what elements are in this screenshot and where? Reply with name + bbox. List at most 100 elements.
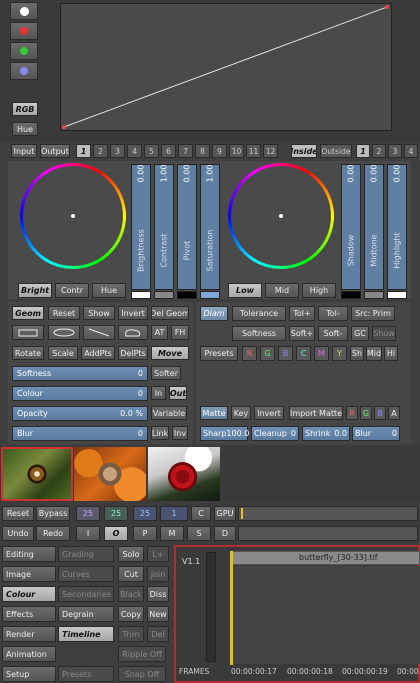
timeline-vertical-scroll[interactable] xyxy=(206,552,216,662)
inv-button[interactable]: Inv xyxy=(172,426,188,440)
key-button[interactable]: Key xyxy=(231,406,251,420)
geom-field-opacity[interactable]: Opacity 0.0 % xyxy=(12,406,148,421)
src-prim-button[interactable]: Src: Prim xyxy=(351,306,395,321)
out-point-button[interactable]: O xyxy=(104,526,128,541)
soft-plus-button[interactable]: Soft+ xyxy=(289,326,315,341)
high-button[interactable]: High xyxy=(302,283,336,298)
channel-white-dot[interactable] xyxy=(10,2,38,20)
highlight-slider[interactable]: 0.00 Highlight xyxy=(387,164,407,290)
s-button[interactable]: S xyxy=(187,526,211,541)
menu-ripple-off[interactable]: Ripple Off xyxy=(118,646,166,662)
rgb-button[interactable]: RGB xyxy=(12,102,38,116)
menu-render[interactable]: Render xyxy=(2,626,56,642)
channel-blue-dot[interactable] xyxy=(10,62,38,80)
output-button[interactable]: Output xyxy=(40,144,70,158)
channel-green-dot[interactable] xyxy=(10,42,38,60)
outside-button[interactable]: Outside xyxy=(320,144,352,158)
in-point-button[interactable]: I xyxy=(76,526,100,541)
redo-button[interactable]: Redo xyxy=(36,526,70,541)
menu-image[interactable]: Image xyxy=(2,566,56,582)
delpts-button[interactable]: DelPts xyxy=(118,346,148,360)
timeline-track-area[interactable] xyxy=(230,566,420,664)
key-field-sharp[interactable]: Sharp 100.0 xyxy=(200,426,249,441)
softness-key-button[interactable]: Softness xyxy=(232,326,286,341)
menu-join[interactable]: Join xyxy=(147,566,169,582)
channel-tab-5[interactable]: 5 xyxy=(144,144,159,158)
colour-wheel-right[interactable] xyxy=(228,163,334,269)
out-button[interactable]: Out xyxy=(169,386,187,400)
menu-animation[interactable]: Animation xyxy=(2,646,56,662)
geom-field-blur[interactable]: Blur 0 xyxy=(12,426,148,441)
matte-tab-1[interactable]: 1 xyxy=(356,144,370,158)
diam-button[interactable]: Diam xyxy=(200,306,228,321)
matte-tab-3[interactable]: 3 xyxy=(388,144,402,158)
channel-tab-2[interactable]: 2 xyxy=(93,144,108,158)
channel-red-dot[interactable] xyxy=(10,22,38,40)
menu-del[interactable]: Del xyxy=(147,626,169,642)
value-25-a[interactable]: 25 xyxy=(76,506,100,521)
menu-editing[interactable]: Editing xyxy=(2,546,56,562)
position-bar[interactable] xyxy=(238,526,418,541)
fh-button[interactable]: FH xyxy=(171,325,189,340)
show-key-button[interactable]: Show xyxy=(372,326,396,341)
hue-wheel-button[interactable]: Hue xyxy=(92,283,126,298)
undo-button[interactable]: Undo xyxy=(2,526,34,541)
ellipse-shape-button[interactable] xyxy=(48,325,80,340)
menu-effects[interactable]: Effects xyxy=(2,606,56,622)
midtone-slider[interactable]: 0.00 Midtone xyxy=(364,164,384,290)
sh-button[interactable]: Sh xyxy=(350,346,364,361)
frame-scrubber[interactable] xyxy=(238,506,418,521)
menu-secondaries[interactable]: Secondaries xyxy=(58,586,114,602)
key-field-blur[interactable]: Blur 0 xyxy=(352,426,400,441)
channel-tab-9[interactable]: 9 xyxy=(212,144,227,158)
reset-button[interactable]: Reset xyxy=(2,506,34,521)
menu-copy[interactable]: Copy xyxy=(118,606,144,622)
key-letter-c[interactable]: C xyxy=(296,346,311,361)
import-matte-button[interactable]: Import Matte xyxy=(289,406,343,420)
matte-channel-r[interactable]: R xyxy=(346,406,358,420)
menu-cut[interactable]: Cut xyxy=(118,566,144,582)
d-button[interactable]: D xyxy=(214,526,236,541)
invert-geom-button[interactable]: Invert xyxy=(118,306,148,320)
menu-degrain[interactable]: Degrain xyxy=(58,606,114,622)
contr-button[interactable]: Contr xyxy=(55,283,89,298)
key-field-cleanup[interactable]: Cleanup 0 xyxy=(251,426,299,441)
tol-minus-button[interactable]: Tol- xyxy=(318,306,348,321)
menu-curves[interactable]: Curves xyxy=(58,566,114,582)
matte-tab-4[interactable]: 4 xyxy=(404,144,418,158)
m-button[interactable]: M xyxy=(160,526,184,541)
timeline-clip[interactable]: butterfly_[30-33].tif xyxy=(230,551,420,565)
key-letter-r[interactable]: R xyxy=(242,346,257,361)
key-field-shrink[interactable]: Shrink 0.0 xyxy=(302,426,350,441)
menu-solo[interactable]: Solo xyxy=(118,546,144,562)
tol-plus-button[interactable]: Tol+ xyxy=(289,306,315,321)
gc-button[interactable]: GC xyxy=(351,326,369,341)
rotate-button[interactable]: Rotate xyxy=(12,346,44,360)
variable-button[interactable]: Variable xyxy=(151,406,187,420)
value-25-b[interactable]: 25 xyxy=(104,506,128,521)
bypass-button[interactable]: Bypass xyxy=(36,506,70,521)
channel-tab-10[interactable]: 10 xyxy=(229,144,244,158)
matte-channel-g[interactable]: G xyxy=(360,406,372,420)
pivot-slider[interactable]: 0.00 Pivot xyxy=(177,164,197,290)
link-button[interactable]: Link xyxy=(151,426,169,440)
scale-button[interactable]: Scale xyxy=(48,346,78,360)
inside-button[interactable]: Inside xyxy=(291,144,317,158)
value-25-c[interactable]: 25 xyxy=(133,506,157,521)
matte-button[interactable]: Matte xyxy=(200,406,228,420)
in-button[interactable]: In xyxy=(151,386,166,400)
addpts-button[interactable]: AddPts xyxy=(81,346,115,360)
at-button[interactable]: AT xyxy=(151,325,168,340)
menu-diss[interactable]: Diss xyxy=(147,586,169,602)
channel-tab-1[interactable]: 1 xyxy=(76,144,91,158)
tolerance-button[interactable]: Tolerance xyxy=(232,306,286,321)
soft-minus-button[interactable]: Soft- xyxy=(318,326,348,341)
channel-tab-11[interactable]: 11 xyxy=(246,144,261,158)
menu-trim[interactable]: Trim xyxy=(118,626,144,642)
shadow-slider[interactable]: 0.00 Shadow xyxy=(341,164,361,290)
thumbnail-rose[interactable] xyxy=(148,447,220,501)
key-letter-g[interactable]: G xyxy=(260,346,275,361)
contrast-slider[interactable]: 1.00 Contrast xyxy=(154,164,174,290)
rectangle-shape-button[interactable] xyxy=(12,325,44,340)
channel-tab-7[interactable]: 7 xyxy=(178,144,193,158)
